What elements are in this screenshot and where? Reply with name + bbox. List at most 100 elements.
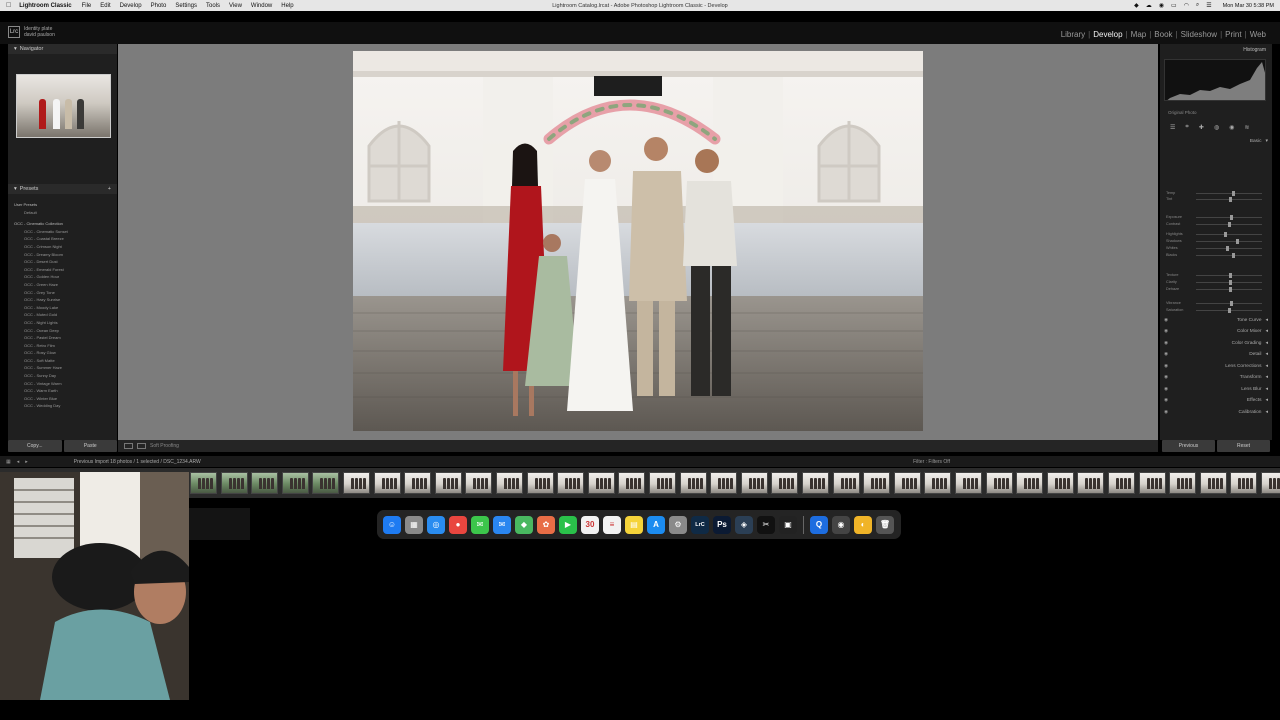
menu-help[interactable]: Help	[281, 3, 293, 9]
filmstrip-thumbnail[interactable]	[557, 472, 585, 494]
copy-button[interactable]: Copy...	[8, 440, 62, 452]
preset-item[interactable]: Default	[14, 209, 114, 217]
menu-window[interactable]: Window	[251, 3, 272, 9]
menu-photo[interactable]: Photo	[151, 3, 167, 9]
filmstrip[interactable]	[0, 468, 1280, 498]
module-web[interactable]: Web	[1250, 30, 1266, 39]
search-icon[interactable]: ⌕	[1196, 2, 1199, 9]
preset-item[interactable]: OCC - Soft Matte	[14, 357, 114, 365]
filmstrip-thumbnail[interactable]	[955, 472, 982, 494]
preset-item[interactable]: OCC - Dreamy Bloom	[14, 251, 114, 259]
menu-settings[interactable]: Settings	[175, 3, 197, 9]
filmstrip-thumbnail[interactable]	[190, 472, 217, 494]
visibility-eye-icon[interactable]: ◉	[1164, 398, 1170, 403]
preset-item[interactable]: OCC - Cinematic Sunset	[14, 228, 114, 236]
filmstrip-thumbnail[interactable]	[496, 472, 523, 494]
dock-app-store-icon[interactable]: A	[647, 515, 665, 534]
filmstrip-thumbnail[interactable]	[1016, 472, 1044, 494]
module-develop[interactable]: Develop	[1093, 30, 1122, 39]
filmstrip-thumbnail[interactable]	[587, 472, 615, 494]
control-center-icon[interactable]: ☰	[1206, 2, 1211, 9]
preset-item[interactable]: OCC - Rosy Glow	[14, 349, 114, 357]
filmstrip-thumbnail[interactable]	[985, 472, 1013, 494]
dock-photos-icon[interactable]: ✿	[537, 515, 555, 534]
blacks-slider[interactable]: Blacks	[1166, 252, 1266, 258]
preset-item[interactable]: OCC - Vintage Warm	[14, 380, 114, 388]
back-arrow-icon[interactable]: ◂	[17, 459, 20, 465]
filmstrip-thumbnail[interactable]	[373, 472, 401, 494]
preset-item[interactable]: OCC - Emerald Forest	[14, 266, 114, 274]
preset-item[interactable]: OCC - Crimson Night	[14, 243, 114, 251]
saturation-slider[interactable]: Saturation	[1166, 307, 1266, 313]
module-slideshow[interactable]: Slideshow	[1181, 30, 1217, 39]
mask-icon[interactable]: ◍	[1214, 124, 1219, 131]
filmstrip-thumbnail[interactable]	[281, 472, 309, 494]
presets-header[interactable]: ▾ Presets +	[8, 184, 117, 194]
crop-icon[interactable]: ⌗	[1185, 124, 1188, 131]
visibility-eye-icon[interactable]: ◉	[1164, 375, 1170, 380]
filter-dropdown[interactable]: Filters Off	[928, 459, 950, 465]
dock-trash-icon[interactable]: 🗑	[876, 515, 894, 534]
section-lens-blur[interactable]: ◉ Lens Blur ◂	[1164, 384, 1268, 394]
dock-finder-icon[interactable]: ☺	[383, 515, 401, 534]
filmstrip-thumbnail[interactable]	[1261, 472, 1280, 494]
whites-slider[interactable]: Whites	[1166, 245, 1266, 251]
apple-menu-icon[interactable]: 	[6, 2, 11, 9]
menu-file[interactable]: File	[82, 3, 92, 9]
filmstrip-thumbnail[interactable]	[526, 472, 554, 494]
texture-slider[interactable]: Texture	[1166, 272, 1266, 278]
section-detail[interactable]: ◉ Detail ◂	[1164, 349, 1268, 359]
paste-button[interactable]: Paste	[63, 440, 117, 452]
preset-folder[interactable]: User Presets	[14, 201, 114, 209]
section-effects[interactable]: ◉ Effects ◂	[1164, 395, 1268, 405]
app-menu[interactable]: Lightroom Classic	[19, 3, 71, 9]
dock-messages-icon[interactable]: ✉	[471, 515, 489, 534]
menu-clock[interactable]: Mon Mar 30 5:38 PM	[1223, 3, 1274, 9]
visibility-eye-icon[interactable]: ◉	[1164, 364, 1170, 369]
reset-button[interactable]: Reset	[1217, 440, 1270, 452]
dropbox-icon[interactable]: ◆	[1134, 2, 1139, 9]
shadows-slider[interactable]: Shadows	[1166, 238, 1266, 244]
clarity-slider[interactable]: Clarity	[1166, 279, 1266, 285]
dock-launchpad-icon[interactable]: ▦	[405, 515, 423, 534]
section-color-mixer[interactable]: ◉ Color Mixer ◂	[1164, 326, 1268, 336]
filmstrip-thumbnail[interactable]	[924, 472, 952, 494]
filmstrip-thumbnail[interactable]	[1199, 472, 1227, 494]
preset-item[interactable]: OCC - Retro Film	[14, 342, 114, 350]
vibrance-slider[interactable]: Vibrance	[1166, 300, 1266, 306]
preset-item[interactable]: OCC - Ocean Deep	[14, 327, 114, 335]
add-preset-icon[interactable]: +	[108, 186, 111, 192]
visibility-eye-icon[interactable]: ◉	[1164, 318, 1170, 323]
filmstrip-thumbnail[interactable]	[312, 472, 340, 494]
dock-screen-recorder-icon[interactable]: ▣	[779, 515, 797, 534]
module-book[interactable]: Book	[1154, 30, 1172, 39]
filmstrip-thumbnail[interactable]	[404, 472, 432, 494]
soft-proofing-toggle[interactable]: Soft Proofing	[150, 443, 179, 449]
preset-item[interactable]: OCC - Muted Gold	[14, 311, 114, 319]
filmstrip-thumbnail[interactable]	[832, 472, 860, 494]
menu-edit[interactable]: Edit	[100, 3, 110, 9]
highlights-slider[interactable]: Highlights	[1166, 231, 1266, 237]
wifi-icon[interactable]: ◠	[1184, 2, 1189, 9]
previous-button[interactable]: Previous	[1162, 440, 1215, 452]
preset-item[interactable]: OCC - Moody Lake	[14, 304, 114, 312]
filmstrip-thumbnail[interactable]	[1169, 472, 1197, 494]
image-canvas[interactable]	[118, 44, 1158, 440]
dock-system-settings-icon[interactable]: ⚙	[669, 515, 687, 534]
filmstrip-thumbnail[interactable]	[863, 472, 891, 494]
visibility-eye-icon[interactable]: ◉	[1164, 329, 1170, 334]
before-after-icon[interactable]	[137, 443, 146, 449]
filmstrip-thumbnail[interactable]	[1230, 472, 1258, 494]
preset-folder[interactable]: OCC - Cinematic Collection	[14, 220, 114, 228]
dock-capcut-icon[interactable]: ✂	[757, 515, 775, 534]
dock-lightroom-classic-icon[interactable]: LrC	[691, 515, 709, 534]
preset-item[interactable]: OCC - Summer Haze	[14, 364, 114, 372]
filmstrip-thumbnail[interactable]	[618, 472, 646, 494]
menu-develop[interactable]: Develop	[120, 3, 142, 9]
menu-tools[interactable]: Tools	[206, 3, 220, 9]
navigator-preview[interactable]	[16, 74, 111, 138]
visibility-eye-icon[interactable]: ◉	[1164, 352, 1170, 357]
filmstrip-thumbnail[interactable]	[679, 472, 707, 494]
heal-icon[interactable]: ✚	[1199, 124, 1204, 131]
filmstrip-source[interactable]: Previous Import 18 photos / 1 selected /…	[74, 459, 201, 465]
